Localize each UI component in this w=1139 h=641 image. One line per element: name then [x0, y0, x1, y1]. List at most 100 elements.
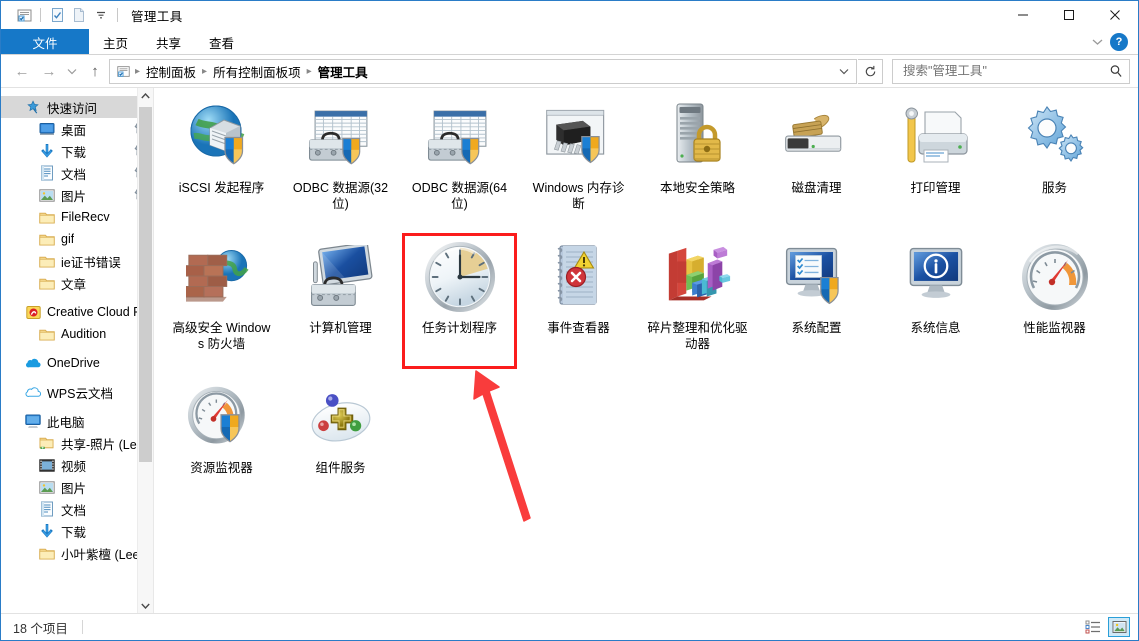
sidebar-item-6[interactable]: gif	[1, 228, 153, 250]
file-item-label: 磁盘清理	[791, 181, 842, 195]
file-item-5[interactable]: 磁盘清理	[757, 94, 876, 234]
address-bar: ← → ↑ ▸ 控制面板 ▸ 所有控制面板项 ▸ 管理工具	[1, 55, 1138, 87]
file-item-15[interactable]: 性能监视器	[995, 234, 1114, 374]
file-item-12[interactable]: 碎片整理和优化驱动器	[638, 234, 757, 374]
minimize-button[interactable]	[1000, 1, 1046, 29]
document-icon	[39, 501, 55, 517]
close-button[interactable]	[1092, 1, 1138, 29]
breadcrumb-item-1[interactable]: 所有控制面板项	[208, 62, 306, 81]
wps-cloud-icon	[25, 384, 41, 400]
sidebar-item-8[interactable]: 文章	[1, 272, 153, 294]
file-item-11[interactable]: 事件查看器	[519, 234, 638, 374]
breadcrumb-dropdown-icon[interactable]	[834, 61, 854, 82]
sidebar-item-12[interactable]: WPS云文档	[1, 381, 153, 403]
search-box[interactable]	[892, 58, 1130, 84]
details-view-button[interactable]	[1082, 617, 1104, 637]
local-security-policy-icon	[661, 100, 735, 174]
chevron-down-icon[interactable]	[1086, 31, 1108, 53]
scrollbar-thumb[interactable]	[139, 107, 152, 462]
sidebar-item-7[interactable]: ie证书错误	[1, 250, 153, 272]
file-item-7[interactable]: 服务	[995, 94, 1114, 234]
tab-home[interactable]: 主页	[89, 29, 142, 55]
component-services-icon	[304, 380, 378, 454]
file-item-label: ODBC 数据源(32位)	[292, 181, 389, 211]
sidebar-item-9[interactable]: Creative Cloud Fil	[1, 301, 153, 323]
up-arrow-icon[interactable]: ↑	[82, 59, 108, 83]
file-item-label: 任务计划程序	[421, 321, 497, 335]
control-panel-icon[interactable]	[13, 4, 35, 26]
file-item-9[interactable]: 计算机管理	[281, 234, 400, 374]
sidebar-item-18[interactable]: 下载	[1, 520, 153, 542]
file-item-8[interactable]: 高级安全 Windows 防火墙	[162, 234, 281, 374]
large-icons-view-button[interactable]	[1108, 617, 1130, 637]
file-item-13[interactable]: 系统配置	[757, 234, 876, 374]
services-icon	[1018, 100, 1092, 174]
search-input[interactable]	[901, 63, 1107, 79]
onedrive-icon	[25, 355, 41, 371]
refresh-button[interactable]	[858, 58, 883, 84]
file-item-10[interactable]: 任务计划程序	[400, 234, 519, 374]
breadcrumb-item-2[interactable]: 管理工具	[313, 62, 373, 81]
sidebar-item-19[interactable]: 小叶紫檀 (Lee77	[1, 542, 153, 564]
back-arrow-icon[interactable]: ←	[9, 59, 35, 83]
sidebar-item-13[interactable]: 此电脑	[1, 410, 153, 432]
sidebar-item-4[interactable]: 图片	[1, 184, 153, 206]
computer-management-icon	[304, 240, 378, 314]
file-list-view[interactable]: iSCSI 发起程序 ODBC 数据源(32位) ODBC 数据源(64位) Wind…	[154, 88, 1138, 613]
file-item-4[interactable]: 本地安全策略	[638, 94, 757, 234]
file-item-0[interactable]: iSCSI 发起程序	[162, 94, 281, 234]
sidebar-item-label: OneDrive	[47, 356, 100, 370]
icon-grid: iSCSI 发起程序 ODBC 数据源(32位) ODBC 数据源(64位) Wind…	[154, 88, 1138, 514]
breadcrumb-separator-icon[interactable]: ▸	[306, 66, 313, 77]
sidebar-item-10[interactable]: Audition	[1, 323, 153, 345]
file-item-14[interactable]: 系统信息	[876, 234, 995, 374]
folder-icon	[39, 545, 55, 561]
search-icon[interactable]	[1107, 62, 1125, 80]
forward-arrow-icon[interactable]: →	[36, 59, 62, 83]
breadcrumb[interactable]: ▸ 控制面板 ▸ 所有控制面板项 ▸ 管理工具	[109, 58, 857, 84]
maximize-button[interactable]	[1046, 1, 1092, 29]
sidebar-item-2[interactable]: 下载	[1, 140, 153, 162]
folder-icon	[39, 275, 55, 291]
tab-file[interactable]: 文件	[1, 29, 89, 55]
sidebar-item-3[interactable]: 文档	[1, 162, 153, 184]
recent-locations-icon[interactable]	[63, 59, 81, 83]
file-item-2[interactable]: ODBC 数据源(64位)	[400, 94, 519, 234]
task-scheduler-icon	[423, 240, 497, 314]
file-item-label: 服务	[1041, 181, 1067, 195]
sidebar-item-5[interactable]: FileRecv	[1, 206, 153, 228]
file-item-1[interactable]: ODBC 数据源(32位)	[281, 94, 400, 234]
sidebar-item-label: 文章	[61, 277, 87, 292]
sidebar-item-label: 文档	[61, 167, 87, 182]
file-item-label: 组件服务	[315, 461, 366, 475]
file-item-3[interactable]: Windows 内存诊断	[519, 94, 638, 234]
new-folder-icon[interactable]	[68, 4, 90, 26]
file-item-6[interactable]: 打印管理	[876, 94, 995, 234]
sidebar-item-label: 下载	[61, 525, 87, 540]
sidebar-item-11[interactable]: OneDrive	[1, 352, 153, 374]
help-button[interactable]: ?	[1110, 33, 1128, 51]
breadcrumb-separator-icon[interactable]: ▸	[201, 66, 208, 77]
sidebar-item-16[interactable]: 图片	[1, 476, 153, 498]
scroll-down-icon[interactable]	[138, 598, 153, 613]
tab-share[interactable]: 共享	[142, 29, 195, 55]
scroll-up-icon[interactable]	[138, 88, 153, 103]
breadcrumb-separator-icon[interactable]: ▸	[134, 66, 141, 77]
properties-icon[interactable]	[46, 4, 68, 26]
breadcrumb-item-0[interactable]: 控制面板	[141, 62, 201, 81]
sidebar-item-1[interactable]: 桌面	[1, 118, 153, 140]
sidebar-scrollbar[interactable]	[137, 88, 153, 613]
view-buttons	[1082, 614, 1130, 640]
file-item-16[interactable]: 资源监视器	[162, 374, 281, 514]
tab-view[interactable]: 查看	[195, 29, 248, 55]
navigation-pane: 快速访问 桌面 下载 文档 图片 FileRecv gif ie证书错误 文章 Creative …	[1, 88, 154, 613]
this-pc-icon	[25, 413, 41, 429]
sidebar-item-14[interactable]: 共享-照片 (Lee77	[1, 432, 153, 454]
sidebar-item-17[interactable]: 文档	[1, 498, 153, 520]
sidebar-item-15[interactable]: 视频	[1, 454, 153, 476]
sidebar-item-0[interactable]: 快速访问	[1, 96, 153, 118]
customize-dropdown-icon[interactable]	[90, 4, 112, 26]
explorer-body: 快速访问 桌面 下载 文档 图片 FileRecv gif ie证书错误 文章 Creative …	[1, 87, 1138, 613]
file-item-17[interactable]: 组件服务	[281, 374, 400, 514]
sidebar-item-label: 文档	[61, 503, 87, 518]
